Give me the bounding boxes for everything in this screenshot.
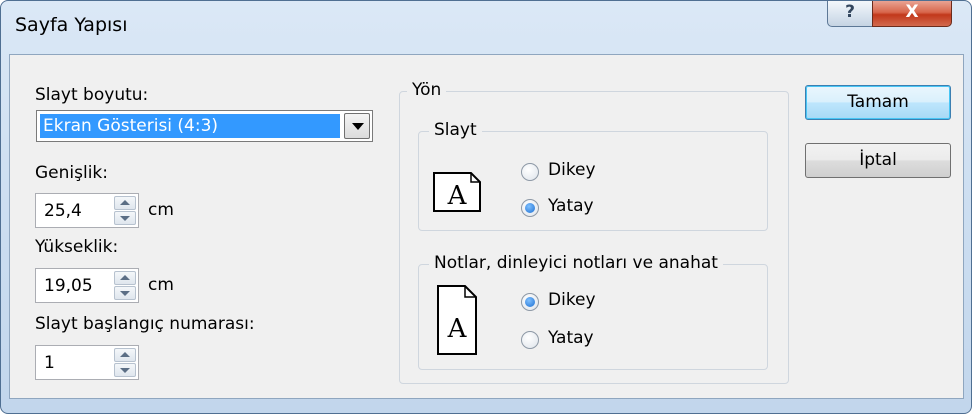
- dialog-body: Slayt boyutu: Ekran Gösterisi (4:3) Geni…: [9, 54, 964, 399]
- start-number-decrement-button[interactable]: [114, 363, 136, 377]
- close-icon: X: [905, 2, 919, 22]
- width-spin-arrows: [114, 196, 136, 225]
- start-number-label: Slayt başlangıç numarası:: [35, 314, 255, 334]
- height-value: 19,05: [44, 276, 93, 296]
- width-spinner[interactable]: 25,4: [35, 193, 139, 228]
- orientation-group: Yön Slayt A Dikey Yatay Notlar, dinleyic…: [399, 80, 789, 384]
- notes-landscape-radio[interactable]: [521, 331, 539, 349]
- height-decrement-button[interactable]: [114, 286, 136, 300]
- help-icon: ?: [845, 2, 855, 22]
- notes-portrait-label[interactable]: Dikey: [548, 290, 596, 310]
- height-spin-arrows: [114, 271, 136, 300]
- cancel-button[interactable]: İptal: [805, 143, 951, 178]
- arrow-down-icon: [120, 368, 130, 373]
- height-spinner[interactable]: 19,05: [35, 268, 139, 303]
- window-title: Sayfa Yapısı: [15, 14, 128, 36]
- slides-portrait-radio[interactable]: [521, 163, 539, 181]
- arrow-down-icon: [120, 216, 130, 221]
- width-unit: cm: [148, 200, 174, 220]
- arrow-up-icon: [120, 275, 130, 280]
- start-number-increment-button[interactable]: [114, 348, 136, 362]
- height-label: Yükseklik:: [35, 237, 119, 257]
- height-increment-button[interactable]: [114, 271, 136, 285]
- slides-portrait-label[interactable]: Dikey: [548, 160, 596, 180]
- slides-group-title: Slayt: [429, 120, 482, 140]
- close-button[interactable]: X: [872, 1, 952, 27]
- arrow-up-icon: [120, 352, 130, 357]
- slide-size-select[interactable]: Ekran Gösterisi (4:3): [36, 110, 373, 142]
- ok-button[interactable]: Tamam: [805, 85, 951, 120]
- notes-group: Notlar, dinleyici notları ve anahat A Di…: [418, 253, 768, 370]
- portrait-page-icon: A: [437, 285, 477, 355]
- title-bar[interactable]: Sayfa Yapısı ? X: [1, 1, 971, 51]
- arrow-down-icon: [120, 291, 130, 296]
- width-increment-button[interactable]: [114, 196, 136, 210]
- slide-size-value: Ekran Gösterisi (4:3): [40, 114, 340, 138]
- start-number-spinner[interactable]: 1: [35, 345, 139, 380]
- dropdown-button[interactable]: [344, 113, 370, 139]
- page-letter: A: [447, 181, 468, 211]
- start-number-value: 1: [44, 353, 55, 373]
- arrow-up-icon: [120, 200, 130, 205]
- notes-portrait-radio[interactable]: [521, 293, 539, 311]
- slides-landscape-label[interactable]: Yatay: [548, 196, 594, 216]
- landscape-page-icon: A: [433, 172, 481, 212]
- height-unit: cm: [148, 275, 174, 295]
- notes-landscape-label[interactable]: Yatay: [548, 328, 594, 348]
- page-setup-dialog: Sayfa Yapısı ? X Slayt boyutu: Ekran Gös…: [0, 0, 972, 414]
- slides-landscape-radio[interactable]: [521, 199, 539, 217]
- orientation-title: Yön: [407, 80, 447, 100]
- start-number-spin-arrows: [114, 348, 136, 377]
- page-letter: A: [447, 314, 468, 344]
- slide-size-label: Slayt boyutu:: [35, 85, 149, 105]
- width-label: Genişlik:: [35, 163, 109, 183]
- help-button[interactable]: ?: [827, 1, 873, 27]
- notes-group-title: Notlar, dinleyici notları ve anahat: [429, 253, 723, 273]
- width-decrement-button[interactable]: [114, 211, 136, 225]
- slides-group: Slayt A Dikey Yatay: [418, 120, 768, 231]
- width-value: 25,4: [44, 201, 82, 221]
- chevron-down-icon: [352, 123, 364, 130]
